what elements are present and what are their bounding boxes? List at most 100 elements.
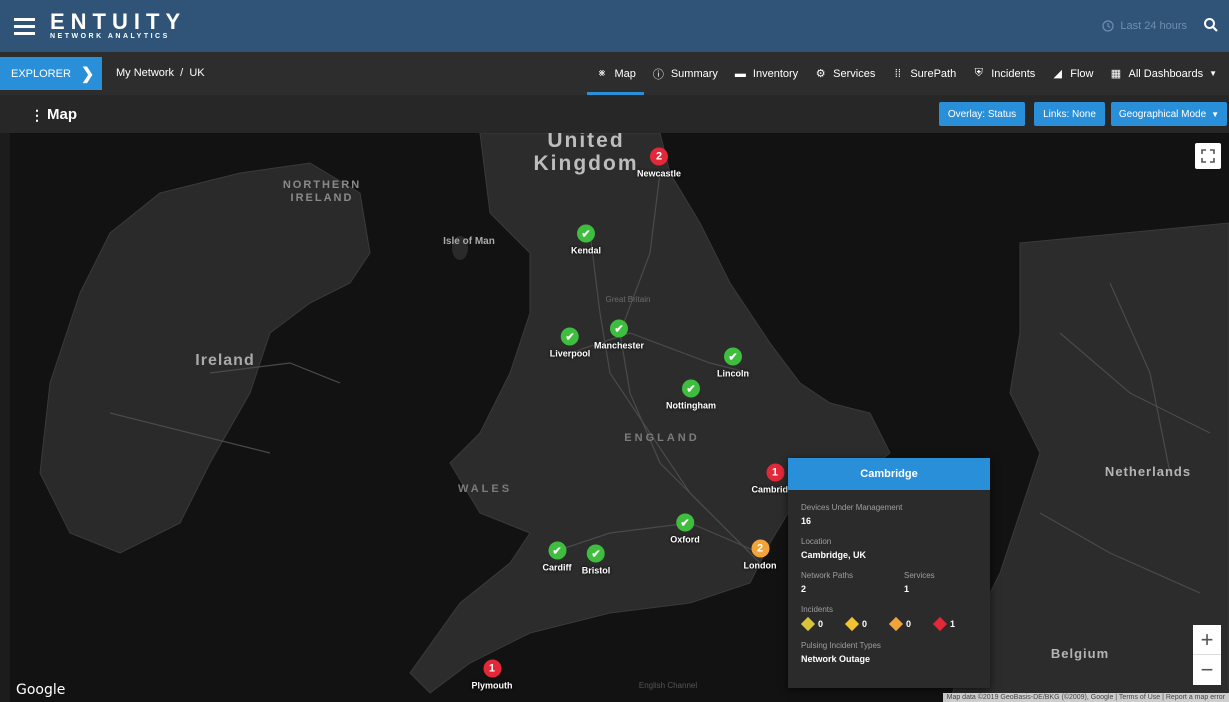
tab-map-label: Map bbox=[614, 67, 636, 80]
mode-label: Geographical Mode bbox=[1118, 108, 1207, 120]
fullscreen-icon bbox=[1201, 149, 1215, 163]
status-marker-critical: 1 bbox=[482, 659, 501, 678]
map-label-ireland: Ireland bbox=[195, 352, 255, 369]
devices-label: Devices Under Management bbox=[801, 503, 903, 512]
site-bristol[interactable]: ✔ Bristol bbox=[582, 544, 610, 576]
tab-inventory[interactable]: ▬ Inventory bbox=[726, 52, 806, 95]
check-icon: ✔ bbox=[586, 544, 605, 563]
geographical-mode-button[interactable]: Geographical Mode ▼ bbox=[1111, 102, 1227, 126]
menu-icon[interactable] bbox=[14, 18, 35, 35]
overlay-status-button[interactable]: Overlay: Status bbox=[939, 102, 1025, 126]
incident-count-warning[interactable]: 0 bbox=[844, 616, 868, 632]
check-icon: ✔ bbox=[724, 347, 742, 366]
incident-count-critical[interactable]: 1 bbox=[932, 616, 956, 632]
site-name: Kendal bbox=[570, 245, 602, 256]
google-logo: Google bbox=[16, 682, 66, 698]
site-nottingham[interactable]: ✔ Nottingham bbox=[666, 379, 716, 411]
tab-flow[interactable]: ◢ Flow bbox=[1043, 52, 1101, 95]
top-header: ENTUITY NETWORK ANALYTICS Last 24 hours bbox=[0, 0, 1229, 52]
explorer-button[interactable]: EXPLORER ❯ bbox=[0, 57, 102, 90]
map-label-uk: United Kingdom bbox=[534, 133, 639, 175]
links-label: Links: None bbox=[1043, 108, 1096, 120]
time-range-label: Last 24 hours bbox=[1120, 20, 1187, 32]
check-icon: ✔ bbox=[610, 319, 628, 338]
tab-incidents[interactable]: ⛨ Incidents bbox=[964, 52, 1043, 95]
site-oxford[interactable]: ✔ Oxford bbox=[670, 513, 700, 545]
zoom-out-button[interactable]: − bbox=[1193, 655, 1221, 685]
warning-diamond-icon bbox=[888, 616, 904, 632]
minus-icon: − bbox=[1200, 657, 1214, 682]
location-label: Location bbox=[801, 537, 832, 546]
site-name: Cardiff bbox=[542, 562, 572, 573]
search-icon[interactable] bbox=[1203, 17, 1219, 33]
incidents-label: Incidents bbox=[801, 605, 834, 614]
plus-icon: + bbox=[1200, 626, 1214, 652]
warning-diamond-icon bbox=[800, 616, 816, 632]
map-attribution[interactable]: Map data ©2019 GeoBasis-DE/BKG (©2009), … bbox=[942, 693, 1229, 702]
site-details-popup: Cambridge Devices Under Management 16 Lo… bbox=[788, 458, 990, 688]
site-lincoln[interactable]: ✔ Lincoln bbox=[717, 347, 749, 379]
map-label-english-channel: English Channel bbox=[638, 681, 698, 690]
page-header: ⋮ Map Overlay: Status Links: None Geogra… bbox=[0, 95, 1229, 133]
site-cardiff[interactable]: ✔ Cardiff bbox=[542, 541, 572, 573]
site-plymouth[interactable]: 1 Plymouth bbox=[471, 659, 513, 691]
info-icon: ⓘ bbox=[652, 68, 664, 81]
map-label-isle-of-man: Isle of Man bbox=[443, 236, 495, 247]
zoom-in-button[interactable]: + bbox=[1193, 625, 1221, 655]
site-name: London bbox=[743, 560, 777, 571]
check-icon: ✔ bbox=[576, 224, 595, 243]
incident-count: 1 bbox=[950, 619, 956, 629]
tab-all-dashboards[interactable]: ▦ All Dashboards ▼ bbox=[1101, 52, 1225, 95]
tab-surepath[interactable]: ⁞⁞ SurePath bbox=[883, 52, 964, 95]
breadcrumb[interactable]: My Network / UK bbox=[116, 67, 205, 79]
map-label-belgium: Belgium bbox=[1050, 646, 1110, 661]
site-name: Liverpool bbox=[549, 348, 591, 359]
site-name: Lincoln bbox=[717, 368, 749, 379]
services-value: 1 bbox=[904, 584, 910, 594]
caret-down-icon: ▼ bbox=[1211, 109, 1220, 119]
incident-count: 0 bbox=[862, 619, 868, 629]
incident-count-major[interactable]: 0 bbox=[888, 616, 911, 632]
status-marker-critical: 2 bbox=[650, 147, 668, 166]
more-vertical-icon[interactable]: ⋮ bbox=[30, 107, 44, 124]
check-icon: ✔ bbox=[682, 379, 700, 398]
links-button[interactable]: Links: None bbox=[1034, 102, 1105, 126]
check-icon: ✔ bbox=[560, 327, 579, 346]
devices-value: 16 bbox=[801, 516, 812, 526]
map-label-uk-line2: Kingdom bbox=[533, 152, 639, 175]
map-label-england: ENGLAND bbox=[624, 432, 700, 444]
network-paths-label: Network Paths bbox=[801, 571, 854, 580]
tab-summary[interactable]: ⓘ Summary bbox=[644, 52, 726, 95]
map-canvas[interactable]: United Kingdom NORTHERN IRELAND Isle of Ma… bbox=[10, 133, 1229, 702]
site-name: Newcastle bbox=[636, 168, 682, 179]
map-base bbox=[39, 133, 1229, 702]
services-icon: ⚙ bbox=[815, 68, 826, 80]
map-label-ni-line2: IRELAND bbox=[290, 192, 354, 204]
site-kendal[interactable]: ✔ Kendal bbox=[570, 224, 602, 256]
site-name: Nottingham bbox=[666, 400, 716, 411]
view-tabs: ⨳ Map ⓘ Summary ▬ Inventory ⚙ Services ⁞⁞ Sur… bbox=[587, 52, 1225, 95]
check-icon: ✔ bbox=[548, 541, 566, 560]
map-label-northern-ireland: NORTHERN IRELAND bbox=[283, 179, 361, 205]
brand-name: ENTUITY bbox=[50, 9, 187, 34]
popup-title[interactable]: Cambridge bbox=[788, 458, 990, 490]
tab-surepath-label: SurePath bbox=[910, 67, 957, 80]
site-liverpool[interactable]: ✔ Liverpool bbox=[549, 327, 591, 359]
time-range-selector[interactable]: Last 24 hours bbox=[1102, 20, 1187, 32]
caret-down-icon: ▼ bbox=[1209, 69, 1217, 78]
status-marker-major: 2 bbox=[751, 539, 769, 558]
tab-inventory-label: Inventory bbox=[752, 67, 799, 80]
flow-icon: ◢ bbox=[1053, 68, 1062, 80]
tab-summary-label: Summary bbox=[670, 67, 718, 80]
site-london[interactable]: 2 London bbox=[743, 539, 777, 571]
check-icon: ✔ bbox=[675, 513, 694, 532]
site-manchester[interactable]: ✔ Manchester bbox=[593, 319, 645, 351]
incident-count-minor[interactable]: 0 bbox=[800, 616, 823, 632]
map-icon: ⨳ bbox=[598, 67, 606, 79]
site-name: Manchester bbox=[593, 340, 645, 351]
site-newcastle[interactable]: 2 Newcastle bbox=[636, 147, 682, 179]
fullscreen-button[interactable] bbox=[1195, 143, 1221, 169]
tab-map[interactable]: ⨳ Map bbox=[587, 52, 645, 95]
tab-services[interactable]: ⚙ Services bbox=[806, 52, 883, 95]
app-root: ENTUITY NETWORK ANALYTICS Last 24 hours … bbox=[0, 0, 1229, 702]
